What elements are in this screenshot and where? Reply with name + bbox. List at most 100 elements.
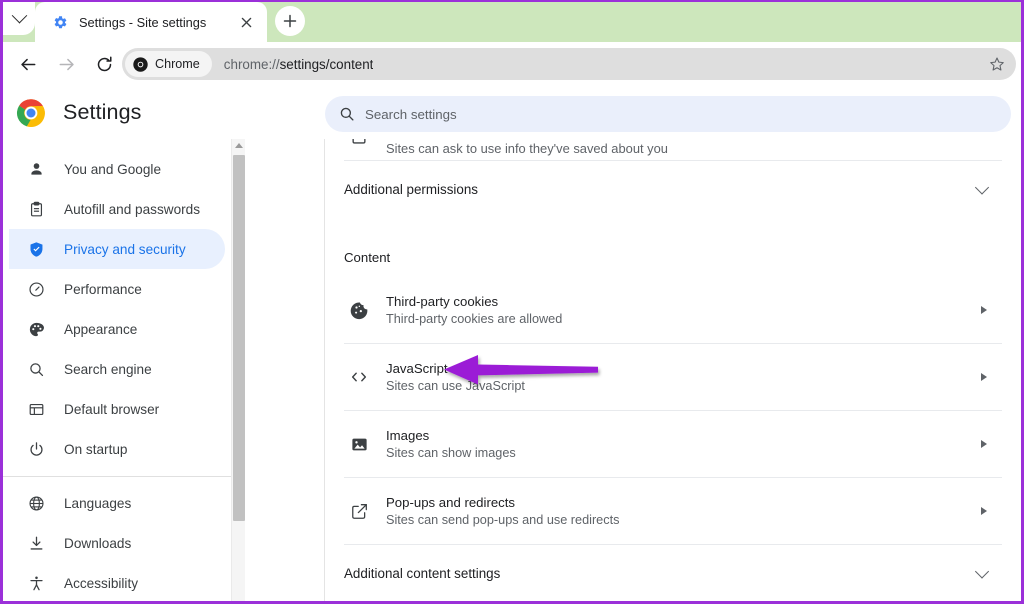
content-row-subtitle: Sites can use JavaScript [386,379,525,393]
content-row-javascript[interactable]: JavaScript Sites can use JavaScript [325,344,1021,410]
tab-title: Settings - Site settings [79,14,207,30]
content-row-texts: Images Sites can show images [386,428,516,460]
sidebar-item-search-engine[interactable]: Search engine [9,349,225,389]
content-row-subtitle: Third-party cookies are allowed [386,312,563,326]
settings-gear-icon [52,14,68,30]
sidebar-item-you-and-google[interactable]: You and Google [9,149,225,189]
sidebar-item-on-startup[interactable]: On startup [9,429,225,469]
additional-permissions-label: Additional permissions [344,182,478,197]
content-row-popups-and-redirects[interactable]: Pop-ups and redirects Sites can send pop… [325,478,1021,544]
sidebar-item-languages[interactable]: Languages [9,483,225,523]
content-row-texts: Pop-ups and redirects Sites can send pop… [386,495,619,527]
sidebar-item-label: On startup [64,441,128,457]
sidebar-item-accessibility[interactable]: Accessibility [9,563,225,601]
chevron-down-icon [974,563,990,579]
sidebar-item-label: Privacy and security [64,241,186,257]
scroll-up-arrow-icon[interactable] [235,143,243,148]
partial-icon [350,139,368,152]
code-brackets-icon [347,367,371,387]
content-row-title: Pop-ups and redirects [386,495,516,510]
browser-window: Settings - Site settings Chrome chrome:/… [0,0,1024,604]
sidebar-item-label: Downloads [64,535,132,551]
palette-icon [25,321,47,338]
download-icon [25,535,47,552]
search-icon [339,106,355,122]
cut-off-permission-row[interactable]: Sites can ask to use info they've saved … [325,139,1021,160]
shield-icon [25,241,47,258]
browser-tab[interactable]: Settings - Site settings [35,2,267,42]
chrome-origin-chip[interactable]: Chrome [125,51,212,77]
url-path: settings/content [279,56,374,72]
chevron-right-icon [981,440,987,448]
accessibility-icon [25,575,47,592]
chevron-right-icon [981,373,987,381]
sidebar-item-default-browser[interactable]: Default browser [9,389,225,429]
globe-icon [25,495,47,512]
image-icon [347,435,371,454]
window-border-left [0,0,3,604]
additional-permissions-row[interactable]: Additional permissions [325,161,1021,218]
chevron-right-icon [981,507,987,515]
address-bar-url: chrome://settings/content [224,57,374,72]
person-icon [25,161,47,178]
sidebar-item-label: Search engine [64,361,152,377]
sidebar-item-label: Default browser [64,401,160,417]
chrome-logo-icon [133,56,148,72]
sidebar-scrollbar[interactable] [231,139,245,601]
sidebar-item-performance[interactable]: Performance [9,269,225,309]
window-border-top [0,0,1024,2]
content-row-texts: JavaScript Sites can use JavaScript [386,361,525,393]
sidebar-item-label: Appearance [64,321,138,337]
settings-sidebar: You and Google Autofill and passwords Pr… [3,139,231,601]
close-icon[interactable] [237,13,255,31]
sidebar-divider [3,476,231,477]
additional-content-settings-label: Additional content settings [344,566,501,581]
content-row-subtitle: Sites can show images [386,446,516,460]
sidebar-item-label: You and Google [64,161,162,177]
sidebar-item-downloads[interactable]: Downloads [9,523,225,563]
sidebar-item-label: Accessibility [64,575,139,591]
content-section-title: Content [344,250,391,265]
content-row-texts: Third-party cookies Third-party cookies … [386,294,562,326]
clipboard-icon [25,201,47,218]
additional-content-settings-row[interactable]: Additional content settings [325,545,1021,601]
scrollbar-thumb[interactable] [233,155,245,521]
back-arrow-icon[interactable] [11,47,45,81]
chrome-chip-label: Chrome [155,57,200,71]
tab-search-button[interactable] [3,2,35,35]
content-row-title: Third-party cookies [386,294,499,309]
chrome-logo-icon [16,98,46,128]
star-icon[interactable] [984,51,1010,77]
forward-arrow-icon[interactable] [49,47,83,81]
reload-icon[interactable] [87,47,121,81]
browser-window-icon [25,401,47,418]
page-title: Settings [63,100,142,124]
address-bar[interactable]: Chrome chrome://settings/content [122,48,1016,80]
sidebar-item-privacy-and-security[interactable]: Privacy and security [9,229,225,269]
content-row-subtitle: Sites can send pop-ups and use redirects [386,513,620,527]
browser-toolbar: Chrome chrome://settings/content [3,42,1021,86]
chevron-right-icon [981,306,987,314]
sidebar-item-label: Performance [64,281,142,297]
content-row-title: JavaScript [386,361,448,376]
sidebar-item-appearance[interactable]: Appearance [9,309,225,349]
search-settings-placeholder: Search settings [365,106,457,122]
external-link-icon [347,502,371,521]
url-scheme: chrome:// [223,56,280,72]
cookie-icon [347,300,371,320]
sidebar-item-label: Languages [64,495,132,511]
speedometer-icon [25,281,47,298]
new-tab-button[interactable] [275,6,305,36]
search-settings-input[interactable]: Search settings [325,96,1011,132]
content-row-third-party-cookies[interactable]: Third-party cookies Third-party cookies … [325,277,1021,343]
search-icon [25,361,47,378]
chevron-down-icon [974,179,990,195]
power-icon [25,441,47,458]
settings-content: Sites can ask to use info they've saved … [325,139,1021,601]
content-row-title: Images [386,428,430,443]
content-row-images[interactable]: Images Sites can show images [325,411,1021,477]
cut-off-row-subtitle: Sites can ask to use info they've saved … [386,141,668,156]
tab-strip: Settings - Site settings [3,2,1021,42]
sidebar-item-autofill-and-passwords[interactable]: Autofill and passwords [9,189,225,229]
chevron-down-icon [11,7,27,24]
